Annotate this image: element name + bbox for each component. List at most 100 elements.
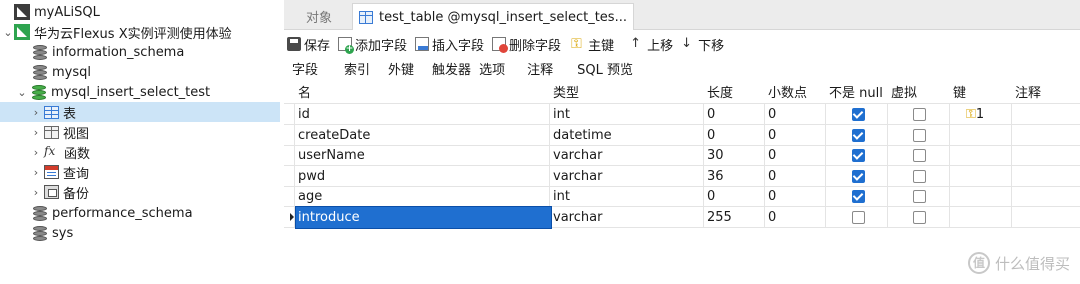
subtab-options[interactable]: 选项 xyxy=(479,57,513,79)
table-row[interactable]: userName varchar 30 0 xyxy=(284,145,1080,166)
grid-divider xyxy=(887,104,888,125)
db-item-performance-schema[interactable]: performance_schema xyxy=(0,203,280,223)
field-name-cell[interactable]: age xyxy=(296,186,322,207)
chevron-right-icon[interactable]: › xyxy=(30,146,42,159)
field-length-cell[interactable]: 0 xyxy=(705,104,715,125)
tab-objects[interactable]: 对象 xyxy=(306,3,332,30)
virtual-checkbox[interactable] xyxy=(913,149,926,162)
db-item-information-schema[interactable]: information_schema xyxy=(0,42,280,62)
table-row[interactable]: createDate datetime 0 0 xyxy=(284,125,1080,146)
db-item-mysql[interactable]: mysql xyxy=(0,62,280,82)
column-header-virtual[interactable]: 虚拟 xyxy=(889,83,917,104)
table-row[interactable]: id int 0 0 ⚿1 xyxy=(284,104,1080,125)
field-name-cell[interactable]: introduce xyxy=(295,206,552,229)
grid-divider xyxy=(764,186,765,207)
grid-divider xyxy=(703,145,704,166)
tree-item-label: 备份 xyxy=(63,186,90,202)
table-row[interactable]: age int 0 0 xyxy=(284,186,1080,207)
tree-item-tables[interactable]: › 表 xyxy=(0,102,280,122)
chevron-right-icon[interactable]: › xyxy=(30,126,42,139)
subtab-foreign-keys[interactable]: 外键 xyxy=(378,57,422,79)
field-length-cell[interactable]: 36 xyxy=(705,166,724,187)
field-decimals-cell[interactable]: 0 xyxy=(766,186,776,207)
table-row[interactable]: pwd varchar 36 0 xyxy=(284,166,1080,187)
not-null-checkbox[interactable] xyxy=(852,149,865,162)
field-name-cell[interactable]: pwd xyxy=(296,166,325,187)
subtab-fields[interactable]: 字段 xyxy=(284,57,327,79)
subtab-comment[interactable]: 注释 xyxy=(513,57,561,79)
column-header-type[interactable]: 类型 xyxy=(551,83,579,104)
field-name-cell[interactable]: createDate xyxy=(296,125,370,146)
save-button[interactable]: 保存 xyxy=(287,35,330,54)
virtual-checkbox[interactable] xyxy=(913,108,926,121)
virtual-checkbox[interactable] xyxy=(913,190,926,203)
add-field-button[interactable]: 添加字段 xyxy=(338,35,407,54)
field-name-cell[interactable]: userName xyxy=(296,145,365,166)
field-type-cell[interactable]: varchar xyxy=(551,207,602,228)
primary-key-button[interactable]: ⚿ 主键 xyxy=(571,35,614,54)
chevron-right-icon[interactable]: › xyxy=(30,186,42,199)
column-header-decimals[interactable]: 小数点 xyxy=(766,83,807,104)
primary-key-label: 主键 xyxy=(588,38,615,54)
field-type-cell[interactable]: int xyxy=(551,104,570,125)
field-name-cell[interactable]: id xyxy=(296,104,310,125)
insert-field-icon xyxy=(415,37,430,51)
db-item-sys[interactable]: sys xyxy=(0,223,280,243)
tree-item-queries[interactable]: › 查询 xyxy=(0,162,280,182)
chevron-right-icon[interactable]: › xyxy=(30,166,42,179)
field-length-cell[interactable]: 30 xyxy=(705,145,724,166)
move-down-button[interactable]: ↓ 下移 xyxy=(681,35,724,54)
column-header-comment[interactable]: 注释 xyxy=(1013,83,1041,104)
db-item-mysql-insert-select-test[interactable]: ⌄ mysql_insert_select_test xyxy=(0,82,280,102)
field-length-cell[interactable]: 0 xyxy=(705,186,715,207)
not-null-checkbox[interactable] xyxy=(852,170,865,183)
field-decimals-cell[interactable]: 0 xyxy=(766,125,776,146)
field-decimals-cell[interactable]: 0 xyxy=(766,207,776,228)
tree-item-functions[interactable]: › fx 函数 xyxy=(0,142,280,162)
column-header-key[interactable]: 键 xyxy=(951,83,966,104)
add-field-label: 添加字段 xyxy=(355,38,408,54)
subtab-indexes[interactable]: 索引 xyxy=(326,57,378,79)
server-item[interactable]: ⌄ 华为云Flexus X实例评测使用体验 xyxy=(0,22,280,42)
not-null-checkbox[interactable] xyxy=(852,190,865,203)
navigation-tree: myALiSQL ⌄ 华为云Flexus X实例评测使用体验 informati… xyxy=(0,0,280,284)
subtab-triggers[interactable]: 触发器 xyxy=(422,57,479,79)
field-length-cell[interactable]: 255 xyxy=(705,207,732,228)
field-decimals-cell[interactable]: 0 xyxy=(766,104,776,125)
tree-item-label: 查询 xyxy=(63,166,90,182)
tab-test-table[interactable]: test_table @mysql_insert_select_tes... xyxy=(352,3,634,30)
field-type-cell[interactable]: varchar xyxy=(551,166,602,187)
column-header-name[interactable]: 名 xyxy=(296,83,311,104)
chevron-down-icon[interactable]: ⌄ xyxy=(16,86,28,99)
column-header-not-null[interactable]: 不是 null xyxy=(827,83,883,104)
move-up-button[interactable]: ↑ 上移 xyxy=(630,35,673,54)
virtual-checkbox[interactable] xyxy=(913,129,926,142)
chevron-right-icon[interactable]: › xyxy=(30,106,42,119)
virtual-checkbox[interactable] xyxy=(913,170,926,183)
field-type-cell[interactable]: varchar xyxy=(551,145,602,166)
chevron-down-icon[interactable]: ⌄ xyxy=(2,26,14,39)
tree-item-label: 视图 xyxy=(63,126,90,142)
current-row-marker-icon xyxy=(290,213,294,221)
field-type-cell[interactable]: int xyxy=(551,186,570,207)
field-decimals-cell[interactable]: 0 xyxy=(766,145,776,166)
virtual-checkbox[interactable] xyxy=(913,211,926,224)
not-null-checkbox[interactable] xyxy=(852,129,865,142)
insert-field-button[interactable]: 插入字段 xyxy=(415,35,484,54)
subtab-sql-preview[interactable]: SQL 预览 xyxy=(561,57,641,79)
tree-item-backups[interactable]: › 备份 xyxy=(0,182,280,202)
delete-field-icon xyxy=(492,37,509,53)
connection-item[interactable]: myALiSQL xyxy=(0,2,280,22)
field-length-cell[interactable]: 0 xyxy=(705,125,715,146)
not-null-checkbox[interactable] xyxy=(852,211,865,224)
field-type-cell[interactable]: datetime xyxy=(551,125,612,146)
column-header-length[interactable]: 长度 xyxy=(705,83,733,104)
table-row[interactable]: introduce varchar 255 0 xyxy=(284,206,1080,229)
delete-field-button[interactable]: 删除字段 xyxy=(492,35,561,54)
insert-field-label: 插入字段 xyxy=(432,38,485,54)
tree-item-views[interactable]: › 视图 xyxy=(0,122,280,142)
grid-divider xyxy=(1011,125,1012,146)
primary-key-cell[interactable]: ⚿1 xyxy=(964,104,984,125)
not-null-checkbox[interactable] xyxy=(852,108,865,121)
field-decimals-cell[interactable]: 0 xyxy=(766,166,776,187)
